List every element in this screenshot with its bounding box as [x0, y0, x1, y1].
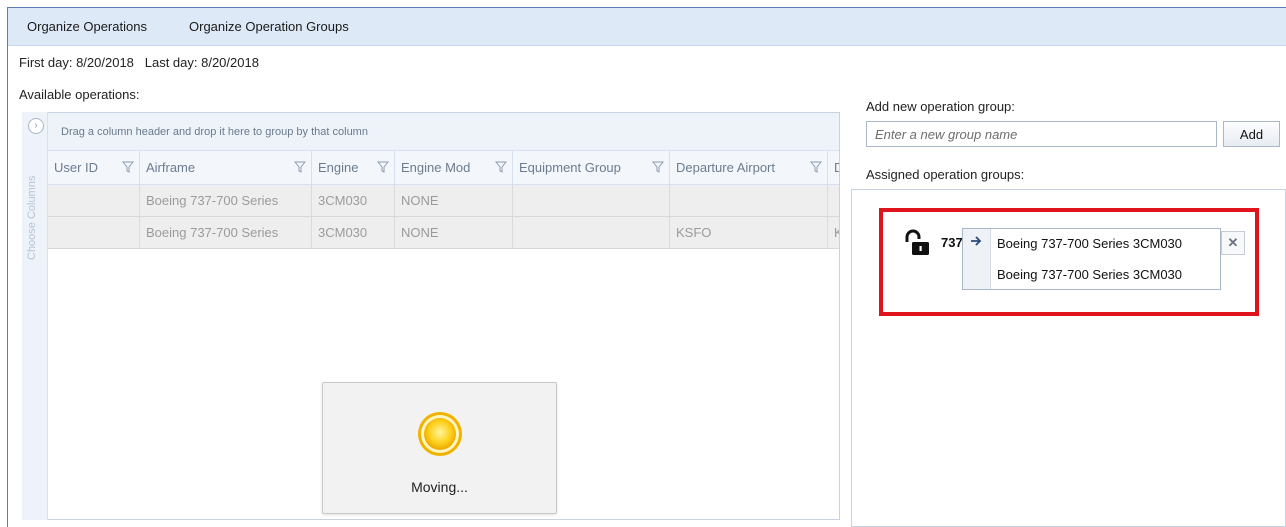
- filter-icon[interactable]: [122, 161, 134, 173]
- filter-icon[interactable]: [810, 161, 822, 173]
- unlocked-padlock-icon[interactable]: [903, 229, 931, 257]
- table-row[interactable]: Boeing 737-700 Series 3CM030 NONE: [48, 185, 839, 217]
- column-header-engine-mod[interactable]: Engine Mod: [395, 151, 513, 185]
- column-header-departure-airport[interactable]: Departure Airport: [670, 151, 828, 185]
- assigned-groups-label: Assigned operation groups:: [866, 167, 1025, 182]
- tab-bar: Organize Operations Organize Operation G…: [8, 8, 1286, 46]
- chevron-right-icon[interactable]: ›: [28, 118, 44, 134]
- group-name-input[interactable]: [866, 121, 1217, 147]
- date-range: First day: 8/20/2018 Last day: 8/20/2018: [19, 55, 259, 70]
- list-item[interactable]: Boeing 737-700 Series 3CM030: [997, 236, 1182, 251]
- table-cell: Boeing 737-700 Series: [140, 217, 312, 248]
- add-group-label: Add new operation group:: [866, 99, 1015, 114]
- table-cell: [670, 185, 828, 216]
- table-cell: [513, 217, 670, 248]
- filter-icon[interactable]: [495, 161, 507, 173]
- tab-organize-operations[interactable]: Organize Operations: [27, 19, 147, 34]
- spinner-icon: [418, 412, 462, 456]
- table-cell: [828, 185, 839, 216]
- column-header-airframe[interactable]: Airframe: [140, 151, 312, 185]
- filter-icon[interactable]: [377, 161, 389, 173]
- table-cell: KSFO: [670, 217, 828, 248]
- list-gutter: [963, 229, 991, 289]
- choose-columns-rail[interactable]: › Choose Columns: [22, 112, 48, 520]
- group-by-hint: Drag a column header and drop it here to…: [61, 126, 368, 138]
- table-cell: [48, 217, 140, 248]
- filter-icon[interactable]: [652, 161, 664, 173]
- table-cell: KS: [828, 217, 839, 248]
- available-operations-label: Available operations:: [19, 87, 140, 102]
- list-item[interactable]: Boeing 737-700 Series 3CM030: [997, 267, 1182, 282]
- column-header-equipment-group[interactable]: Equipment Group: [513, 151, 670, 185]
- group-operations-list: Boeing 737-700 Series 3CM030 Boeing 737-…: [962, 228, 1221, 290]
- tab-organize-operation-groups[interactable]: Organize Operation Groups: [189, 19, 349, 34]
- table-cell: Boeing 737-700 Series: [140, 185, 312, 216]
- add-group-button[interactable]: Add: [1223, 121, 1280, 147]
- column-header-user-id[interactable]: User ID: [48, 151, 140, 185]
- table-cell: [48, 185, 140, 216]
- table-row[interactable]: Boeing 737-700 Series 3CM030 NONE KSFO K…: [48, 217, 839, 249]
- remove-group-button[interactable]: ✕: [1221, 231, 1245, 255]
- grid-header: User ID Airframe Engine Engine Mod Equip…: [48, 151, 839, 185]
- group-by-panel[interactable]: Drag a column header and drop it here to…: [48, 113, 839, 151]
- column-header-engine[interactable]: Engine: [312, 151, 395, 185]
- close-icon: ✕: [1227, 235, 1239, 250]
- filter-icon[interactable]: [294, 161, 306, 173]
- table-cell: 3CM030: [312, 217, 395, 248]
- column-header-destination[interactable]: De: [828, 151, 839, 185]
- table-cell: [513, 185, 670, 216]
- moving-indicator: Moving...: [322, 382, 557, 514]
- arrow-right-icon: [971, 236, 982, 246]
- table-cell: NONE: [395, 217, 513, 248]
- choose-columns-label: Choose Columns: [26, 175, 38, 261]
- table-cell: NONE: [395, 185, 513, 216]
- table-cell: 3CM030: [312, 185, 395, 216]
- moving-label: Moving...: [411, 479, 468, 495]
